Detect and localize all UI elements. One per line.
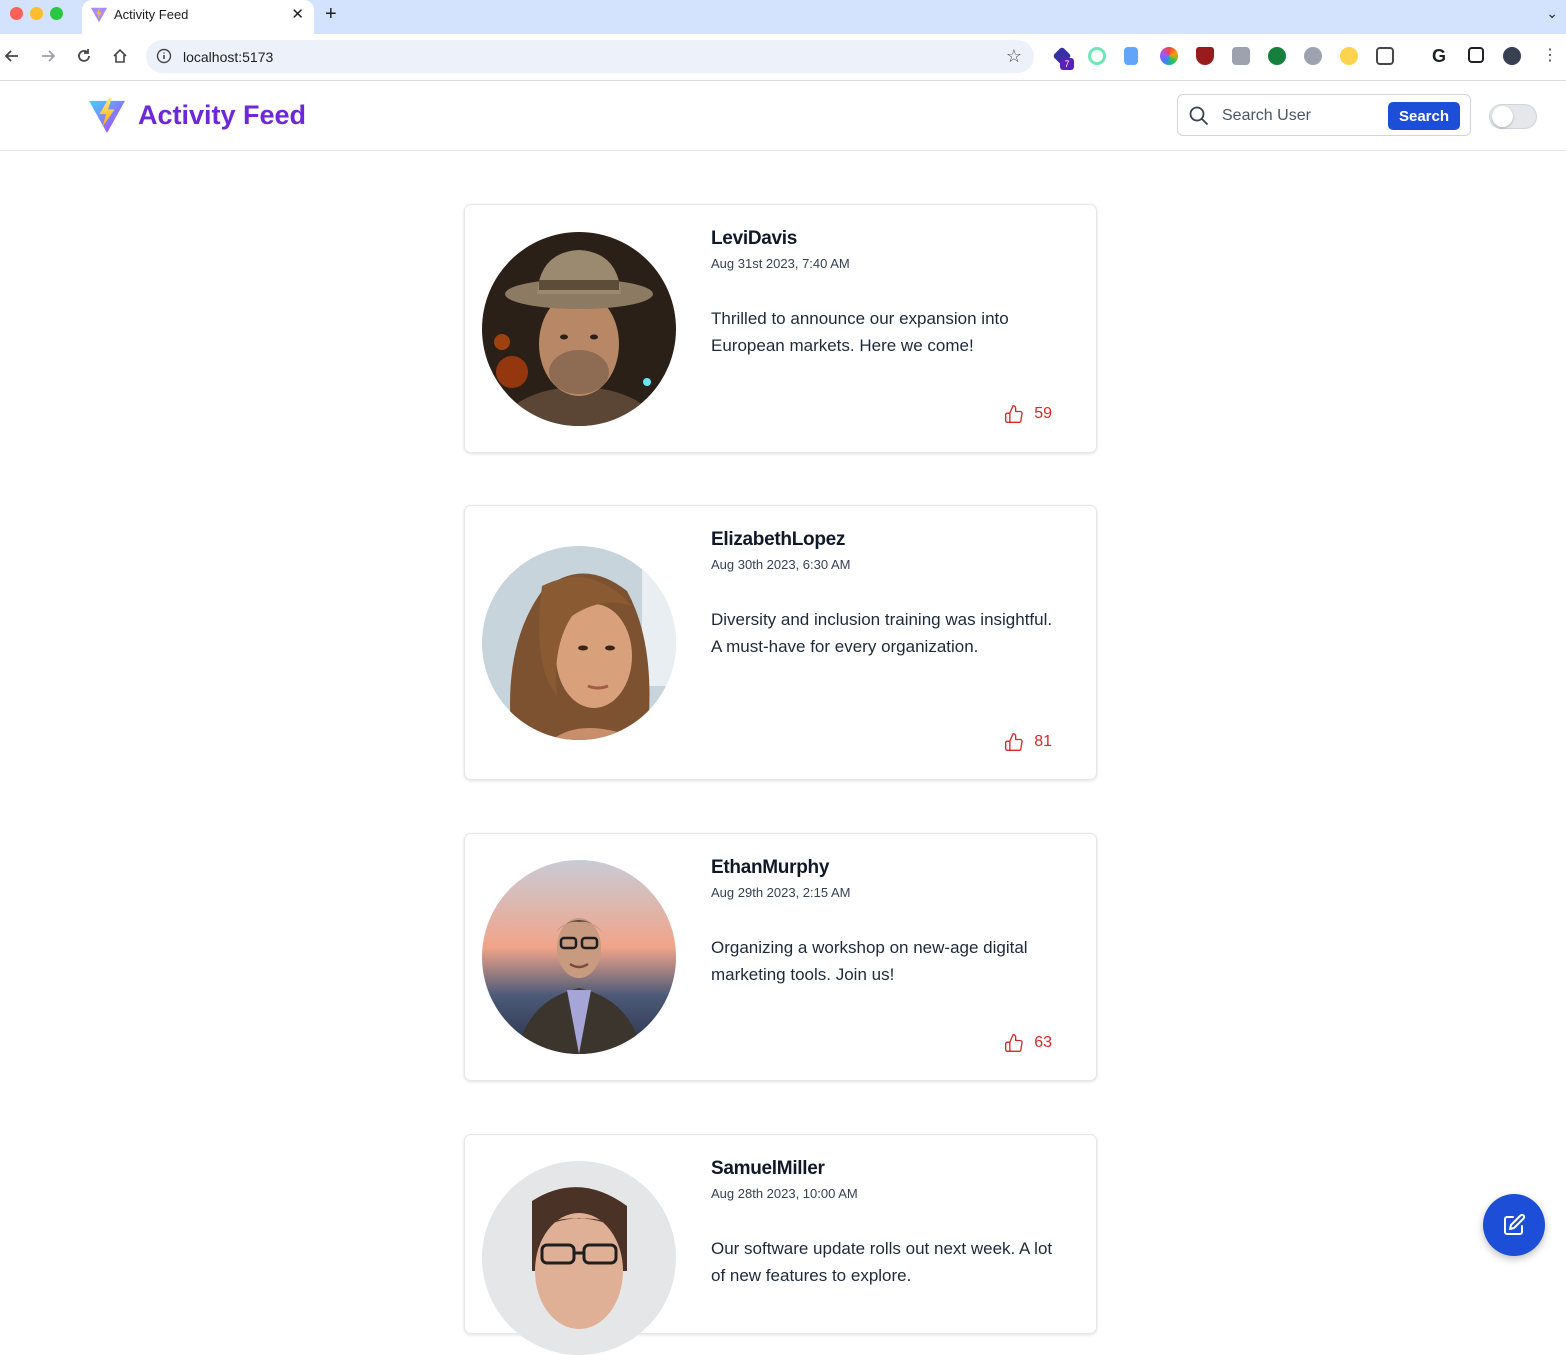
app-title: Activity Feed (138, 100, 307, 130)
avatar-photo-elizabeth (482, 546, 676, 740)
post-card: LeviDavis Aug 31st 2023, 7:40 AM Thrille… (464, 204, 1097, 453)
extension-3-icon[interactable] (1124, 47, 1138, 65)
extension-4-icon[interactable] (1160, 47, 1178, 65)
extensions-puzzle-icon[interactable] (1376, 47, 1394, 65)
post-content: Thrilled to announce our expansion into … (711, 309, 1009, 355)
post-card: ElizabethLopez Aug 30th 2023, 6:30 AM Di… (464, 505, 1097, 780)
reload-icon (78, 49, 90, 62)
home-button[interactable] (108, 44, 132, 68)
search-button[interactable]: Search (1388, 102, 1460, 130)
like-button[interactable]: 63 (1004, 1033, 1052, 1053)
arrow-left-icon (4, 50, 18, 62)
post-card: EthanMurphy Aug 29th 2023, 2:15 AM Organ… (464, 833, 1097, 1081)
like-count: 63 (1034, 1034, 1052, 1051)
post-content: Organizing a workshop on new-age digital… (711, 938, 1028, 984)
browser-tab[interactable]: Activity Feed ✕ (82, 0, 314, 34)
dark-mode-toggle[interactable] (1489, 104, 1537, 129)
toggle-knob (1492, 106, 1513, 127)
vite-logo-icon (89, 98, 125, 134)
extension-9-icon[interactable] (1340, 47, 1358, 65)
site-info-icon[interactable] (156, 48, 172, 64)
ublock-icon[interactable] (1196, 47, 1214, 65)
url-text: localhost:5173 (183, 49, 274, 65)
search-form: Search (1177, 94, 1471, 136)
like-button[interactable]: 59 (1004, 404, 1052, 424)
window-minimize-button[interactable] (30, 7, 43, 20)
create-post-button[interactable] (1483, 1194, 1545, 1256)
post-content: Diversity and inclusion training was ins… (711, 610, 1053, 656)
window-close-button[interactable] (10, 7, 23, 20)
thumbs-up-icon (1005, 733, 1023, 751)
search-user-input[interactable] (1222, 104, 1382, 128)
address-bar[interactable]: localhost:5173 ☆ (146, 40, 1034, 73)
extension-7-icon[interactable] (1268, 47, 1286, 65)
extension-8-icon[interactable] (1304, 47, 1322, 65)
post-timestamp: Aug 31st 2023, 7:40 AM (711, 256, 850, 271)
post-card: SamuelMiller Aug 28th 2023, 10:00 AM Our… (464, 1134, 1097, 1355)
tab-search-chevron-icon[interactable]: ⌄ (1546, 5, 1558, 22)
app-header: Activity Feed Search (0, 81, 1566, 151)
window-maximize-button[interactable] (50, 7, 63, 20)
tab-close-icon[interactable]: ✕ (291, 5, 304, 23)
post-username[interactable]: SamuelMiller (711, 1158, 825, 1180)
back-button[interactable] (0, 44, 24, 68)
profile-avatar[interactable] (1503, 47, 1521, 65)
home-icon (113, 48, 127, 63)
forward-button[interactable] (36, 44, 60, 68)
search-icon (1189, 106, 1209, 126)
side-panel-icon[interactable] (1468, 47, 1484, 63)
browser-toolbar: localhost:5173 ☆ 7 G ⋮ (0, 34, 1566, 81)
browser-menu-icon[interactable]: ⋮ (1542, 47, 1560, 65)
like-count: 81 (1034, 733, 1052, 750)
user-avatar[interactable] (482, 546, 676, 740)
extension-2-icon[interactable] (1088, 47, 1106, 65)
thumbs-up-icon (1005, 1034, 1023, 1052)
new-tab-button[interactable]: + (325, 3, 337, 26)
extension-badge: 7 (1060, 58, 1074, 70)
reload-button[interactable] (72, 44, 96, 68)
thumbs-up-icon (1005, 405, 1023, 423)
avatar-photo-samuel (482, 1161, 676, 1355)
post-username[interactable]: EthanMurphy (711, 857, 829, 879)
google-icon[interactable]: G (1430, 47, 1448, 65)
post-username[interactable]: LeviDavis (711, 228, 797, 250)
avatar-photo-ethan (482, 860, 676, 1054)
post-username[interactable]: ElizabethLopez (711, 529, 845, 551)
post-timestamp: Aug 28th 2023, 10:00 AM (711, 1186, 858, 1201)
avatar-photo-levi (482, 232, 676, 426)
user-avatar[interactable] (482, 232, 676, 426)
browser-tabstrip: Activity Feed ✕ + ⌄ (0, 0, 1566, 34)
arrow-right-icon (42, 50, 56, 62)
user-avatar[interactable] (482, 860, 676, 1054)
vite-favicon-icon (90, 6, 108, 23)
bookmark-star-icon[interactable]: ☆ (1006, 46, 1022, 67)
user-avatar[interactable] (482, 1161, 676, 1355)
post-content: Our software update rolls out next week.… (711, 1239, 1053, 1285)
tab-title: Activity Feed (114, 7, 189, 22)
like-button[interactable]: 81 (1004, 732, 1052, 752)
like-count: 59 (1034, 405, 1052, 422)
post-timestamp: Aug 29th 2023, 2:15 AM (711, 885, 851, 900)
extension-6-icon[interactable] (1232, 47, 1250, 65)
post-timestamp: Aug 30th 2023, 6:30 AM (711, 557, 851, 572)
edit-icon (1504, 1213, 1526, 1235)
